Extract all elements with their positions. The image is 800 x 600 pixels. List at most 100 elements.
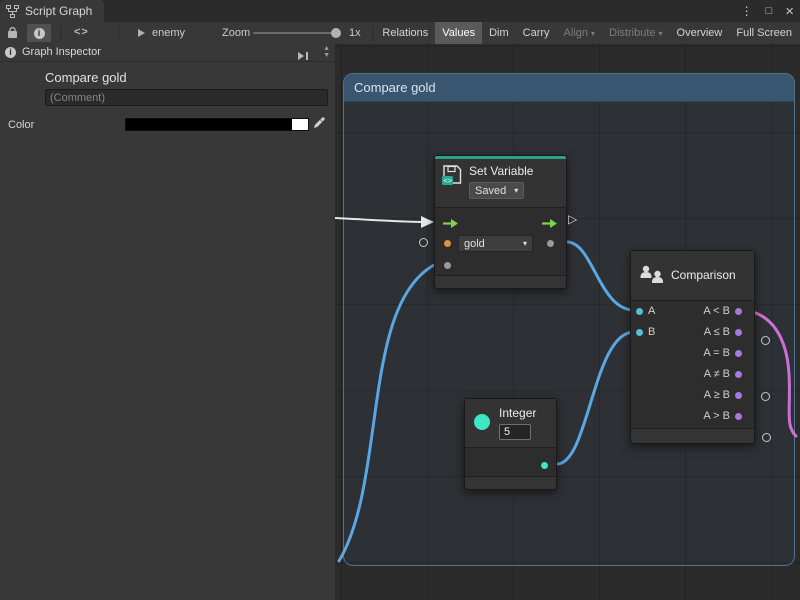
node-title: Integer: [499, 406, 536, 420]
graph-owner-label[interactable]: enemy: [152, 27, 185, 39]
fullscreen-button[interactable]: Full Screen: [729, 22, 799, 44]
output-port-a-less-b[interactable]: [735, 308, 742, 315]
node-title: Comparison: [671, 268, 736, 282]
port-row: A A < B: [631, 301, 754, 322]
dim-button[interactable]: Dim: [482, 22, 516, 44]
integer-header[interactable]: Integer: [465, 399, 556, 448]
graph-title: Compare gold: [45, 70, 127, 85]
toolbar-buttons: Relations Values Dim Carry Align▾ Distri…: [375, 22, 799, 44]
output-port-a-neq-b[interactable]: [735, 371, 742, 378]
color-swatch[interactable]: [125, 118, 309, 131]
value-output-port[interactable]: [547, 240, 554, 247]
output-label: A ≠ B: [704, 368, 730, 380]
node-footer: [631, 428, 754, 443]
zoom-slider-handle[interactable]: [331, 28, 341, 38]
output-port-a-gte-b[interactable]: [735, 392, 742, 399]
carry-button[interactable]: Carry: [516, 22, 557, 44]
graph-inspector-panel: i Graph Inspector ▲ ▼ Compare gold Color: [0, 44, 336, 600]
comment-input[interactable]: [45, 89, 328, 106]
graph-owner-icon: [138, 29, 145, 37]
flow-input-port[interactable]: [443, 216, 459, 234]
output-label: A ≤ B: [704, 326, 730, 338]
zoom-slider-track[interactable]: [253, 32, 337, 34]
graph-inspector-header: i Graph Inspector ▲ ▼: [0, 44, 335, 62]
integer-output-port[interactable]: [541, 462, 548, 469]
flow-continue-port[interactable]: ▷: [568, 212, 577, 226]
unconnected-port-ring[interactable]: [761, 336, 770, 345]
overview-button[interactable]: Overview: [670, 22, 730, 44]
comparison-header[interactable]: Comparison: [631, 251, 754, 301]
integer-icon: [474, 414, 490, 430]
output-label: A = B: [703, 347, 730, 359]
chevron-down-icon: ▾: [523, 239, 527, 248]
scroll-up-icon[interactable]: ▲: [323, 45, 330, 52]
scope-value: Saved: [475, 185, 506, 197]
dock-panel-icon[interactable]: [297, 48, 309, 66]
port-row: A ≥ B: [631, 385, 754, 406]
info-icon: i: [34, 28, 45, 39]
inspector-toggle-button[interactable]: i: [27, 24, 51, 42]
scroll-down-icon[interactable]: ▼: [323, 52, 330, 59]
input-port-a[interactable]: [636, 308, 643, 315]
align-button[interactable]: Align▾: [557, 22, 602, 44]
eyedropper-icon[interactable]: [313, 116, 326, 134]
comparison-ports: A A < B B A ≤ B A = B A ≠ B: [631, 301, 754, 427]
window-menu-icon[interactable]: ⋮: [741, 4, 753, 18]
color-swatch-color: [126, 119, 292, 130]
input-label-b: B: [648, 326, 655, 338]
color-label: Color: [8, 119, 34, 131]
node-integer[interactable]: Integer: [464, 398, 557, 490]
lock-icon[interactable]: [7, 26, 18, 44]
variable-name-dropdown[interactable]: gold ▾: [458, 235, 533, 252]
port-row: A = B: [631, 343, 754, 364]
group-title: Compare gold: [354, 80, 436, 95]
panel-scroll-arrows[interactable]: ▲ ▼: [323, 45, 330, 59]
flow-output-port[interactable]: [542, 216, 558, 234]
output-port-a-eq-b[interactable]: [735, 350, 742, 357]
graph-toolbar: i <> enemy Zoom 1x Relations Values Dim …: [0, 22, 800, 45]
distribute-label: Distribute: [609, 27, 655, 39]
unity-script-graph-window: Script Graph ⋮ □ × i <> enemy Zoom 1x Re…: [0, 0, 800, 600]
toolbar-separator: [118, 25, 119, 41]
svg-text:<>: <>: [443, 176, 452, 185]
output-label: A > B: [703, 410, 730, 422]
node-title: Set Variable: [469, 164, 533, 178]
output-label: A < B: [703, 305, 730, 317]
node-comparison[interactable]: Comparison A A < B B A ≤ B A = B: [630, 250, 755, 444]
input-port-b[interactable]: [636, 329, 643, 336]
color-swatch-alpha: [292, 119, 308, 130]
save-variable-icon: <>: [441, 164, 463, 191]
variable-name-port[interactable]: [444, 240, 451, 247]
set-variable-header[interactable]: <> Set Variable Saved ▾: [435, 159, 566, 208]
group-header[interactable]: Compare gold: [344, 74, 794, 102]
node-set-variable[interactable]: <> Set Variable Saved ▾ gold ▾: [434, 155, 567, 289]
chevron-down-icon: ▾: [514, 186, 518, 195]
unconnected-port-ring[interactable]: [761, 392, 770, 401]
node-footer: [465, 476, 556, 489]
zoom-label: Zoom: [222, 27, 250, 39]
distribute-button[interactable]: Distribute ▾: [602, 22, 669, 44]
window-title-bar: Script Graph ⋮ □ ×: [0, 0, 800, 23]
comparison-icon: [639, 263, 665, 292]
code-view-icon[interactable]: <>: [74, 26, 89, 38]
variable-scope-dropdown[interactable]: Saved ▾: [469, 182, 524, 199]
script-graph-icon: [6, 5, 19, 18]
maximize-icon[interactable]: □: [766, 5, 773, 17]
tab-script-graph[interactable]: Script Graph: [0, 0, 104, 22]
relations-button[interactable]: Relations: [375, 22, 435, 44]
chevron-down-icon: ▾: [659, 29, 663, 38]
integer-value-input[interactable]: [499, 424, 531, 440]
toolbar-separator: [60, 25, 61, 41]
window-controls: ⋮ □ ×: [741, 0, 794, 22]
output-port-a-gt-b[interactable]: [735, 413, 742, 420]
value-input-port[interactable]: [444, 262, 451, 269]
output-port-a-lte-b[interactable]: [735, 329, 742, 336]
unconnected-port-ring[interactable]: [762, 433, 771, 442]
values-button[interactable]: Values: [435, 22, 482, 44]
zoom-value: 1x: [349, 27, 361, 39]
close-icon[interactable]: ×: [785, 3, 794, 20]
port-row: A > B: [631, 406, 754, 427]
node-footer: [435, 275, 566, 288]
graph-canvas[interactable]: Compare gold <>: [335, 44, 800, 600]
unconnected-port-ring[interactable]: [419, 238, 428, 247]
